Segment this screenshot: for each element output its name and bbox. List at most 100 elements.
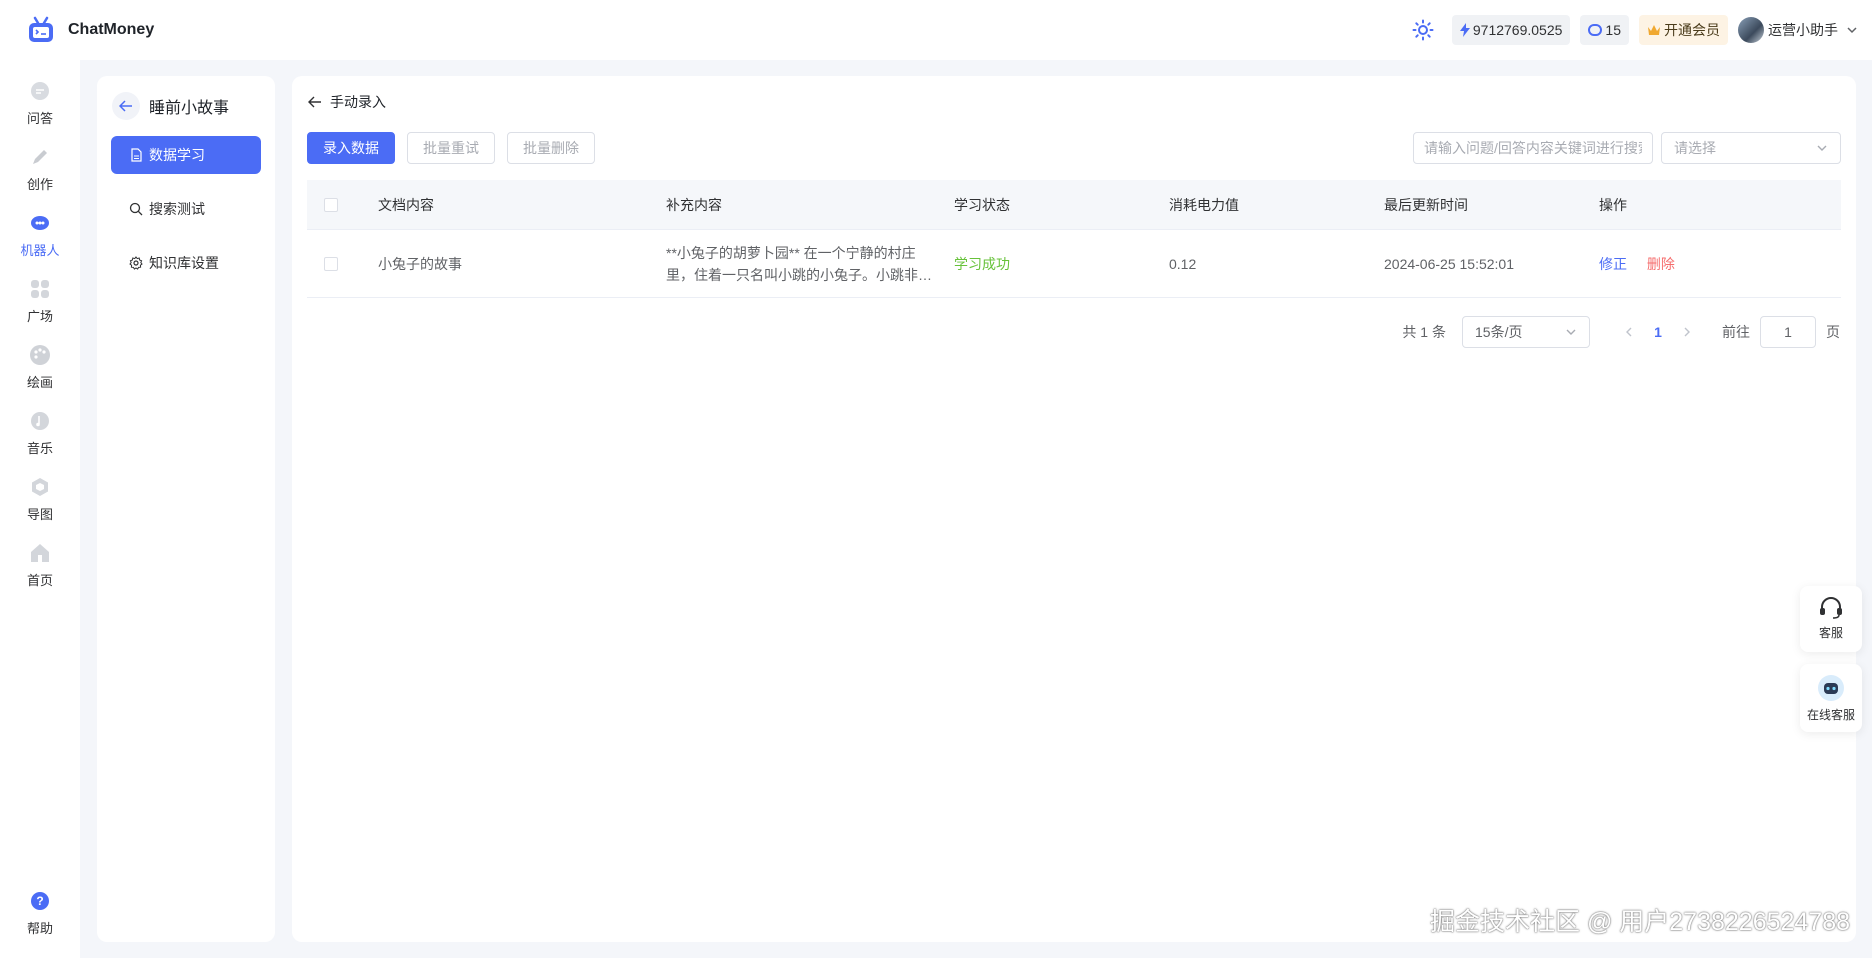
cell-supplement: **小兔子的胡萝卜园** 在一个宁静的村庄里，住着一只名叫小跳的小兔子。小跳非常… <box>666 244 932 283</box>
kb-title: 睡前小故事 <box>149 100 230 117</box>
message-count-value: 15 <box>1605 22 1621 38</box>
column-header: 文档内容 <box>378 196 434 213</box>
top-bar: ChatMoney 9712769.0525 15 开通会员 运营小助手 <box>0 0 1872 60</box>
palette-icon <box>30 345 50 365</box>
nav-item-label: 问答 <box>26 111 53 126</box>
nav-item-draw[interactable]: 绘画 <box>0 344 80 391</box>
help-button[interactable]: ? 帮助 <box>0 892 80 937</box>
breadcrumb[interactable]: 手动录入 <box>308 92 386 112</box>
goto-label: 前往 <box>1722 324 1750 340</box>
add-data-button[interactable]: 录入数据 <box>307 132 395 164</box>
theme-toggle-sun-icon[interactable] <box>1412 19 1434 41</box>
customer-service-button[interactable]: 客服 <box>1800 586 1862 652</box>
column-header: 最后更新时间 <box>1384 196 1468 213</box>
mindmap-icon <box>32 478 48 496</box>
kb-menu-label: 知识库设置 <box>149 255 219 271</box>
back-button[interactable] <box>112 92 140 120</box>
delete-link[interactable]: 删除 <box>1647 256 1675 272</box>
arrow-left-icon <box>308 96 321 108</box>
search-icon <box>129 202 143 216</box>
batch-delete-button[interactable]: 批量删除 <box>507 132 595 164</box>
page-unit-label: 页 <box>1826 324 1840 340</box>
column-header: 操作 <box>1599 196 1627 213</box>
nav-item-music[interactable]: 音乐 <box>0 410 80 457</box>
kb-menu-settings[interactable]: 知识库设置 <box>111 244 261 282</box>
question-icon: ? <box>31 892 49 910</box>
chevron-down-icon <box>1566 329 1576 335</box>
lightning-icon <box>1459 23 1470 37</box>
page-number-current[interactable]: 1 <box>1642 324 1674 340</box>
column-header: 学习状态 <box>954 196 1010 213</box>
kb-menu-label: 搜索测试 <box>149 201 205 217</box>
status-select[interactable]: 请选择 <box>1661 132 1841 164</box>
user-name: 运营小助手 <box>1768 22 1838 38</box>
edit-link[interactable]: 修正 <box>1599 256 1627 272</box>
vip-button[interactable]: 开通会员 <box>1639 15 1728 45</box>
breadcrumb-label: 手动录入 <box>330 94 386 110</box>
power-balance-chip[interactable]: 9712769.0525 <box>1451 15 1571 45</box>
nav-item-label: 创作 <box>26 177 53 192</box>
table-row: 小兔子的故事 **小兔子的胡萝卜园** 在一个宁静的村庄里，住着一只名叫小跳的小… <box>307 230 1841 298</box>
vip-label: 开通会员 <box>1664 22 1720 38</box>
watermark: 掘金技术社区 @ 用户2738226524788 <box>1430 908 1851 936</box>
message-count-chip[interactable]: 15 <box>1580 15 1629 45</box>
crown-icon <box>1648 25 1660 35</box>
cell-document: 小兔子的故事 <box>378 255 462 272</box>
nav-item-label: 音乐 <box>26 441 53 456</box>
column-header: 补充内容 <box>666 196 722 213</box>
nav-item-square[interactable]: 广场 <box>0 278 80 325</box>
nav-item-label: 导图 <box>26 507 53 522</box>
user-menu[interactable]: 运营小助手 <box>1738 17 1858 43</box>
nav-item-robot[interactable]: 机器人 <box>0 212 80 259</box>
row-checkbox[interactable] <box>324 256 338 271</box>
chevron-left-icon <box>1626 327 1632 337</box>
service-label: 客服 <box>1818 626 1843 640</box>
pen-icon <box>33 150 47 164</box>
nav-item-label: 首页 <box>26 573 53 588</box>
grid-icon <box>31 280 49 298</box>
page-size-value: 15条/页 <box>1475 324 1523 340</box>
knowledge-base-panel: 睡前小故事 数据学习 搜索测试 知识库设置 <box>97 76 275 942</box>
kb-menu-label: 数据学习 <box>149 147 205 163</box>
pagination: 共 1 条 15条/页 1 前往 1 页 <box>1402 316 1840 348</box>
table-header: 文档内容 补充内容 学习状态 消耗电力值 最后更新时间 操作 <box>307 180 1841 230</box>
nav-item-home[interactable]: 首页 <box>0 542 80 589</box>
cell-cost: 0.12 <box>1169 255 1197 272</box>
kb-menu-data-learning[interactable]: 数据学习 <box>111 136 261 174</box>
column-header: 消耗电力值 <box>1169 196 1239 213</box>
gear-icon <box>129 256 143 270</box>
data-table: 文档内容 补充内容 学习状态 消耗电力值 最后更新时间 操作 小兔子的故事 **… <box>307 180 1841 298</box>
select-all-checkbox[interactable] <box>324 197 338 212</box>
avatar <box>1738 17 1764 43</box>
online-service-button[interactable]: 在线客服 <box>1800 664 1862 732</box>
nav-item-create[interactable]: 创作 <box>0 146 80 193</box>
nav-item-mindmap[interactable]: 导图 <box>0 476 80 523</box>
chevron-right-icon <box>1684 327 1690 337</box>
content-panel: 手动录入 录入数据 批量重试 批量删除 请选择 文档内容 补充内容 学习状态 消… <box>292 76 1856 942</box>
online-service-label: 在线客服 <box>1806 708 1855 722</box>
app-logo[interactable]: ChatMoney <box>26 15 154 45</box>
kb-menu-search-test[interactable]: 搜索测试 <box>111 190 261 228</box>
music-icon <box>31 412 49 430</box>
chevron-down-icon <box>1847 27 1857 34</box>
headset-icon <box>1820 597 1842 619</box>
goto-page-input[interactable]: 1 <box>1760 316 1816 348</box>
robot-icon <box>31 216 49 230</box>
nav-item-qa[interactable]: 问答 <box>0 80 80 127</box>
next-page-button[interactable] <box>1674 319 1700 345</box>
search-box <box>1413 132 1653 164</box>
nav-item-label: 绘画 <box>26 375 53 390</box>
batch-retry-button[interactable]: 批量重试 <box>407 132 495 164</box>
chat-icon <box>31 82 49 100</box>
search-input[interactable] <box>1414 133 1652 163</box>
page-size-select[interactable]: 15条/页 <box>1462 316 1590 348</box>
app-name: ChatMoney <box>68 21 155 38</box>
select-placeholder: 请选择 <box>1674 140 1716 156</box>
robot-logo-icon <box>29 16 53 42</box>
prev-page-button[interactable] <box>1616 319 1642 345</box>
nav-item-label: 广场 <box>26 309 53 324</box>
status-badge: 学习成功 <box>954 255 1010 272</box>
document-icon <box>131 148 142 162</box>
chevron-down-icon <box>1817 145 1827 151</box>
help-label: 帮助 <box>26 921 53 936</box>
